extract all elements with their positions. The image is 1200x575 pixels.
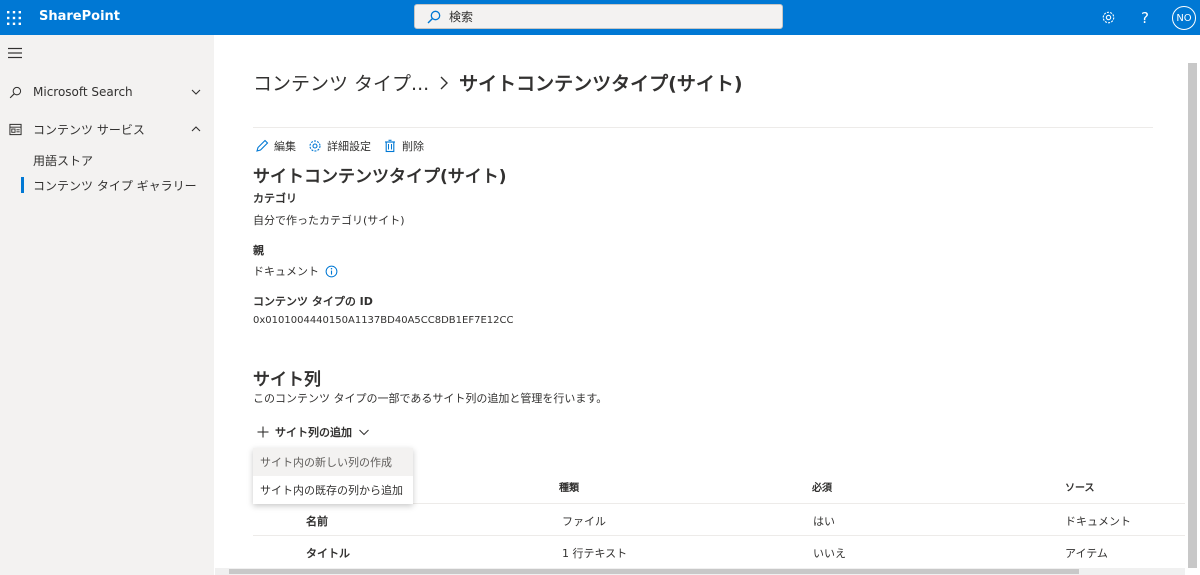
delete-button[interactable]: 削除 bbox=[383, 138, 424, 154]
pencil-icon bbox=[256, 139, 269, 152]
gear-icon bbox=[309, 140, 321, 152]
search-placeholder: 検索 bbox=[449, 10, 474, 24]
vertical-scrollbar-thumb[interactable] bbox=[1188, 63, 1197, 568]
cell-source: アイテム bbox=[1065, 547, 1108, 560]
add-column-dropdown-menu: サイト内の新しい列の作成 サイト内の既存の列から追加 bbox=[253, 448, 413, 504]
add-site-column-label: サイト列の追加 bbox=[275, 426, 352, 439]
delete-label: 削除 bbox=[402, 140, 424, 153]
cell-required: いいえ bbox=[813, 547, 846, 560]
chevron-right-icon bbox=[439, 74, 453, 92]
nav-subitem-term-store[interactable]: 用語ストア bbox=[33, 152, 93, 169]
menu-item-add-existing-column[interactable]: サイト内の既存の列から追加 bbox=[253, 476, 413, 504]
vertical-scrollbar[interactable] bbox=[1185, 35, 1200, 575]
suite-bar: SharePoint 検索 ? NO bbox=[0, 0, 1200, 35]
help-icon[interactable]: ? bbox=[1136, 0, 1154, 35]
main-content: コンテンツ タイプ... サイトコンテンツタイプ(サイト) 編集 詳細設定 削除… bbox=[215, 35, 1185, 575]
cell-source: ドキュメント bbox=[1065, 515, 1131, 528]
info-icon[interactable] bbox=[325, 265, 338, 278]
search-icon bbox=[427, 10, 441, 23]
cell-name: 名前 bbox=[306, 515, 328, 528]
breadcrumb: コンテンツ タイプ... サイトコンテンツタイプ(サイト) bbox=[253, 69, 743, 96]
parent-value-row: ドキュメント bbox=[253, 263, 338, 279]
app-launcher-icon[interactable] bbox=[0, 0, 28, 35]
advanced-settings-button[interactable]: 詳細設定 bbox=[308, 138, 371, 154]
category-label: カテゴリ bbox=[253, 192, 297, 205]
app-brand[interactable]: SharePoint bbox=[39, 9, 120, 24]
settings-gear-icon[interactable] bbox=[1098, 0, 1118, 35]
category-value: 自分で作ったカテゴリ(サイト) bbox=[253, 214, 405, 227]
parent-label: 親 bbox=[253, 244, 264, 257]
plus-icon bbox=[257, 426, 269, 438]
nav-item-label: Microsoft Search bbox=[33, 85, 133, 99]
menu-item-create-new-column[interactable]: サイト内の新しい列の作成 bbox=[253, 448, 413, 476]
cell-type: 1 行テキスト bbox=[562, 547, 628, 560]
advanced-settings-label: 詳細設定 bbox=[327, 140, 371, 153]
content-services-icon bbox=[7, 121, 23, 137]
add-site-column-button[interactable]: サイト列の追加 bbox=[257, 424, 370, 440]
nav-item-microsoft-search[interactable]: Microsoft Search bbox=[0, 79, 214, 105]
search-icon bbox=[7, 84, 23, 100]
table-row[interactable]: タイトル 1 行テキスト いいえ アイテム bbox=[253, 535, 1185, 567]
left-navigation: Microsoft Search コンテンツ サービス 用語ストア コンテンツ … bbox=[0, 35, 214, 575]
user-avatar[interactable]: NO bbox=[1172, 6, 1196, 30]
edit-button[interactable]: 編集 bbox=[255, 138, 296, 154]
hamburger-menu-icon[interactable] bbox=[8, 47, 22, 59]
cell-required: はい bbox=[813, 515, 835, 528]
breadcrumb-current: サイトコンテンツタイプ(サイト) bbox=[459, 73, 743, 95]
header-divider bbox=[253, 127, 1153, 128]
command-bar: 編集 詳細設定 削除 bbox=[255, 138, 436, 154]
horizontal-scrollbar[interactable] bbox=[215, 568, 1185, 575]
cell-name: タイトル bbox=[306, 547, 350, 560]
chevron-down-icon bbox=[359, 429, 369, 436]
nav-item-content-services[interactable]: コンテンツ サービス bbox=[0, 116, 214, 142]
chevron-down-icon[interactable] bbox=[190, 86, 202, 98]
parent-value: ドキュメント bbox=[253, 265, 319, 278]
nav-subitem-content-type-gallery[interactable]: コンテンツ タイプ ギャラリー bbox=[21, 177, 197, 194]
chevron-up-icon[interactable] bbox=[190, 123, 202, 135]
trash-icon bbox=[385, 139, 395, 153]
edit-label: 編集 bbox=[274, 140, 296, 153]
nav-item-label: コンテンツ サービス bbox=[33, 122, 145, 137]
column-header-required[interactable]: 必須 bbox=[812, 479, 832, 494]
column-header-source[interactable]: ソース bbox=[1065, 479, 1095, 494]
content-type-id-label: コンテンツ タイプの ID bbox=[253, 295, 373, 308]
table-row[interactable]: 名前 ファイル はい ドキュメント bbox=[253, 503, 1185, 535]
column-header-type[interactable]: 種類 bbox=[559, 479, 579, 494]
content-type-id-value: 0x0101004440150A1137BD40A5CC8DB1EF7E12CC bbox=[253, 315, 514, 326]
content-type-title: サイトコンテンツタイプ(サイト) bbox=[253, 167, 507, 187]
site-columns-title: サイト列 bbox=[253, 370, 321, 390]
search-box[interactable]: 検索 bbox=[414, 4, 783, 29]
cell-type: ファイル bbox=[562, 515, 606, 528]
horizontal-scrollbar-thumb[interactable] bbox=[229, 569, 1079, 574]
breadcrumb-parent[interactable]: コンテンツ タイプ... bbox=[253, 69, 429, 96]
site-columns-description: このコンテンツ タイプの一部であるサイト列の追加と管理を行います。 bbox=[253, 392, 608, 405]
